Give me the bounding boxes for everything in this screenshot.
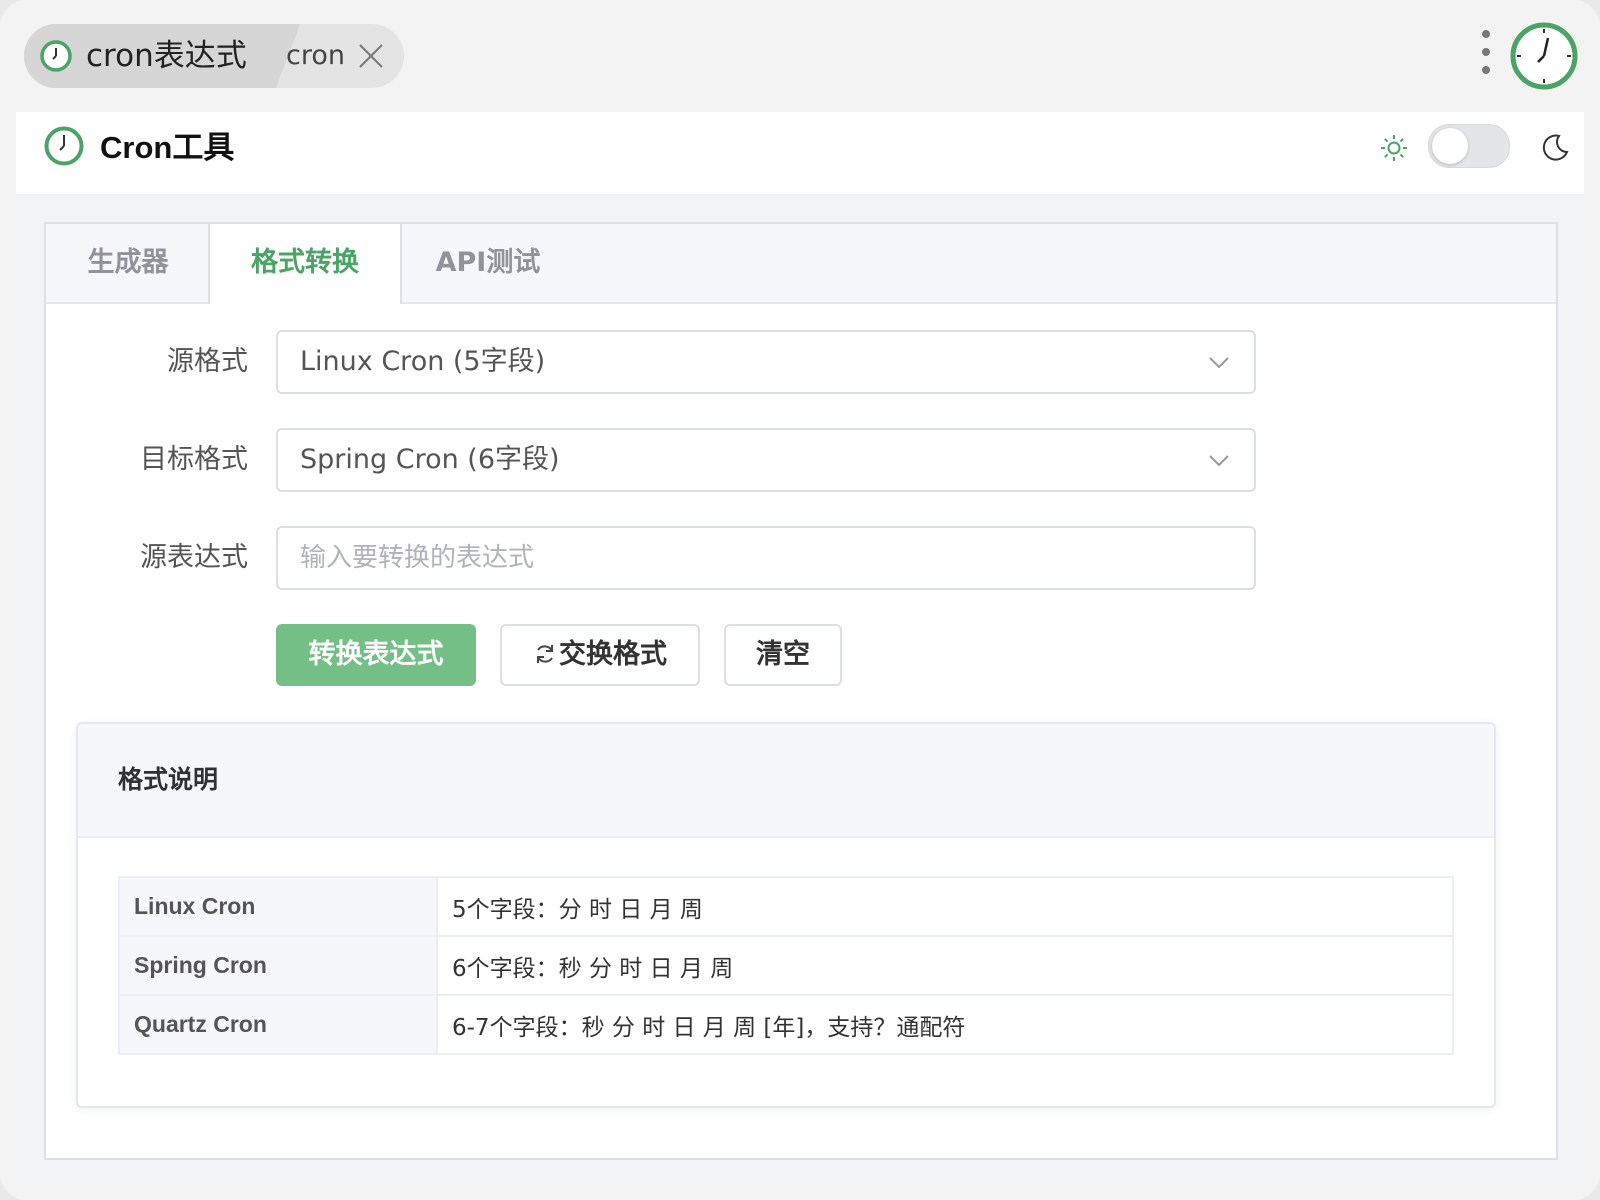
format-desc: 5个字段：分 时 日 月 周: [436, 876, 1454, 937]
tab-api-test[interactable]: API测试: [400, 224, 576, 302]
app-content: Cron工具 生成器 格式转换 API测试 源格式 Linux Cron (5字…: [16, 112, 1584, 1184]
breadcrumb: cron表达式 cron: [24, 24, 404, 88]
source-expression-input[interactable]: [278, 528, 1254, 588]
table-row: Spring Cron 6个字段：秒 分 时 日 月 周: [118, 935, 1454, 996]
source-format-value: Linux Cron (5字段): [300, 346, 546, 377]
format-name: Spring Cron: [118, 935, 438, 996]
clock-icon: [44, 126, 84, 166]
close-icon[interactable]: [358, 43, 384, 69]
refresh-icon: [537, 645, 553, 663]
swap-format-button[interactable]: 交换格式: [500, 624, 700, 686]
format-info-title: 格式说明: [118, 765, 219, 794]
source-expression-label: 源表达式: [140, 542, 248, 573]
title-bar: cron表达式 cron: [0, 0, 1600, 110]
main-card: 生成器 格式转换 API测试 源格式 Linux Cron (5字段) 目标格式…: [44, 222, 1558, 1160]
clock-icon: [40, 40, 72, 72]
toggle-knob: [1432, 128, 1468, 164]
chevron-down-icon: [1209, 357, 1229, 369]
tab-bar: 生成器 格式转换 API测试: [46, 224, 1556, 304]
breadcrumb-sub[interactable]: cron: [286, 24, 345, 88]
source-format-select[interactable]: Linux Cron (5字段): [276, 330, 1256, 394]
convert-button[interactable]: 转换表达式: [276, 624, 476, 686]
source-expression-field: [276, 526, 1256, 590]
theme-toggle[interactable]: [1428, 124, 1510, 168]
clock-icon[interactable]: [1510, 22, 1578, 90]
table-row: Quartz Cron 6-7个字段：秒 分 时 日 月 周 [年]，支持？通配…: [118, 994, 1454, 1055]
breadcrumb-active-segment[interactable]: cron表达式: [24, 24, 300, 88]
target-format-select[interactable]: Spring Cron (6字段): [276, 428, 1256, 492]
breadcrumb-title: cron表达式: [86, 38, 247, 74]
target-format-label: 目标格式: [140, 444, 248, 475]
swap-format-label: 交换格式: [559, 639, 667, 670]
target-format-value: Spring Cron (6字段): [300, 444, 560, 475]
format-name: Quartz Cron: [118, 994, 438, 1055]
clear-button[interactable]: 清空: [724, 624, 842, 686]
format-table: Linux Cron 5个字段：分 时 日 月 周 Spring Cron 6个…: [118, 876, 1454, 1055]
chevron-down-icon: [1209, 455, 1229, 467]
format-desc: 6个字段：秒 分 时 日 月 周: [436, 935, 1454, 996]
source-format-row: 源格式 Linux Cron (5字段): [46, 330, 1556, 394]
app-window: cron表达式 cron Cron工具 生成器 格式转换 API测试 源格式 L…: [0, 0, 1600, 1200]
source-format-label: 源格式: [167, 346, 248, 377]
format-info-header: 格式说明: [78, 724, 1494, 838]
tab-generator[interactable]: 生成器: [46, 224, 210, 302]
button-row: 转换表达式 交换格式 清空: [46, 624, 1556, 688]
format-desc: 6-7个字段：秒 分 时 日 月 周 [年]，支持？通配符: [436, 994, 1454, 1055]
format-name: Linux Cron: [118, 876, 438, 937]
source-expression-row: 源表达式: [46, 526, 1556, 590]
sun-icon: [1381, 135, 1407, 161]
page-title: Cron工具: [100, 130, 235, 165]
tab-format-convert[interactable]: 格式转换: [208, 224, 402, 304]
target-format-row: 目标格式 Spring Cron (6字段): [46, 428, 1556, 492]
more-menu-icon[interactable]: [1480, 30, 1492, 78]
format-info-panel: 格式说明 Linux Cron 5个字段：分 时 日 月 周 Spring Cr…: [76, 722, 1496, 1108]
moon-icon: [1542, 134, 1569, 161]
table-row: Linux Cron 5个字段：分 时 日 月 周: [118, 876, 1454, 937]
app-header: Cron工具: [16, 112, 1584, 194]
